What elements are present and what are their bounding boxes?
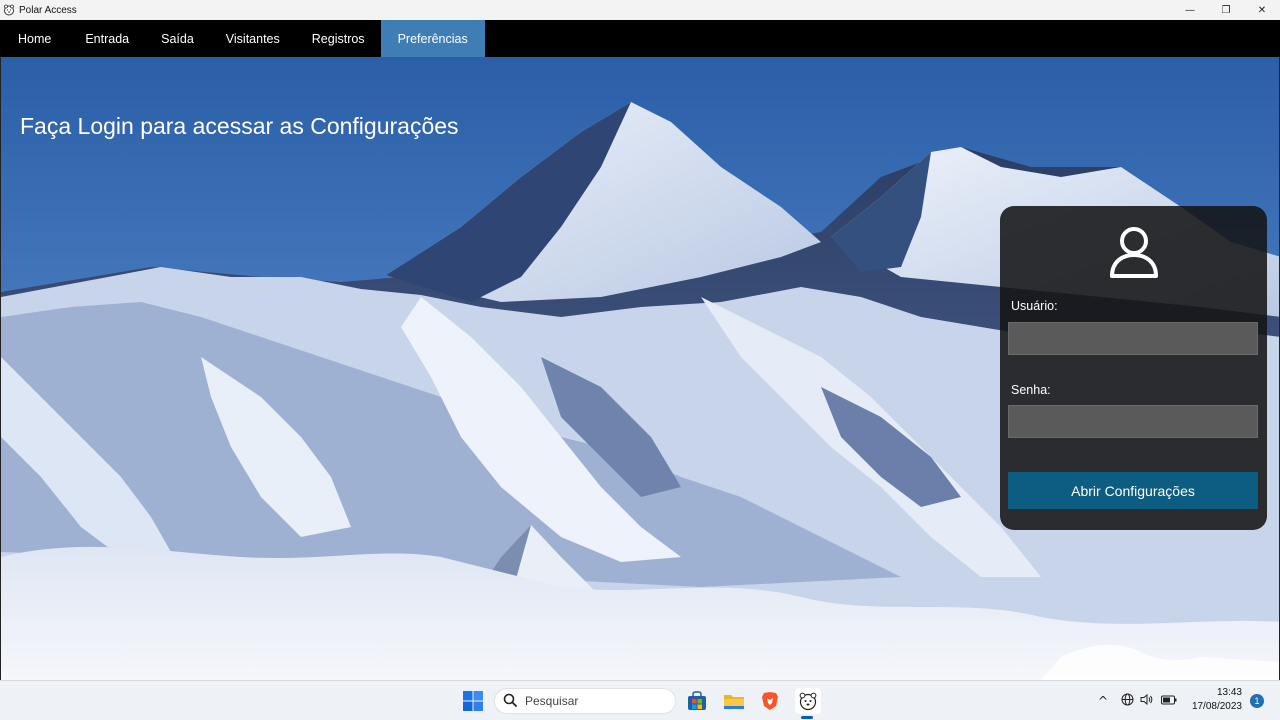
volume-icon[interactable] (1140, 693, 1153, 709)
main-nav: Home Entrada Saída Visitantes Registros … (0, 20, 1280, 57)
password-field[interactable] (1008, 405, 1258, 438)
nav-item-preferencias[interactable]: Preferências (380, 20, 485, 57)
windows-start-icon[interactable] (461, 689, 485, 713)
username-field[interactable] (1008, 322, 1258, 355)
battery-icon[interactable] (1161, 695, 1177, 708)
brave-browser-icon[interactable] (758, 689, 782, 713)
microsoft-store-icon[interactable] (685, 689, 709, 713)
nav-item-home[interactable]: Home (0, 20, 69, 57)
title-bar: Polar Access — ❐ ✕ (0, 0, 1280, 20)
active-app-indicator (801, 716, 813, 719)
system-tray: ^ (1096, 681, 1110, 720)
notification-badge[interactable]: 1 (1250, 694, 1264, 708)
taskbar-clock[interactable]: 13:43 17/08/2023 (1186, 686, 1242, 714)
minimize-button[interactable]: — (1172, 0, 1208, 20)
search-placeholder: Pesquisar (525, 694, 579, 708)
nav-item-entrada[interactable]: Entrada (69, 20, 145, 57)
clock-time: 13:43 (1216, 687, 1242, 698)
open-settings-button[interactable]: Abrir Configurações (1008, 472, 1258, 509)
nav-item-registros[interactable]: Registros (296, 20, 381, 57)
clock-date: 17/08/2023 (1191, 701, 1242, 712)
network-globe-icon[interactable] (1121, 693, 1134, 709)
file-explorer-icon[interactable] (722, 689, 746, 713)
nav-item-visitantes[interactable]: Visitantes (210, 20, 296, 57)
login-panel: Usuário: Senha: Abrir Configurações (1000, 206, 1267, 530)
window-controls: — ❐ ✕ (1172, 0, 1280, 20)
taskbar-search[interactable]: Pesquisar (494, 688, 676, 714)
polar-access-taskbar-icon[interactable] (795, 688, 821, 714)
preferences-page: Faça Login para acessar as Configurações… (0, 57, 1280, 680)
tray-chevron-icon[interactable]: ^ (1096, 694, 1110, 708)
polar-bear-app-icon (3, 4, 15, 16)
window-title: Polar Access (19, 4, 77, 16)
username-label: Usuário: (1011, 299, 1058, 313)
nav-item-saida[interactable]: Saída (145, 20, 210, 57)
password-label: Senha: (1011, 383, 1051, 397)
page-heading: Faça Login para acessar as Configurações (20, 113, 459, 139)
maximize-button[interactable]: ❐ (1208, 0, 1244, 20)
tray-icons (1121, 681, 1177, 720)
close-button[interactable]: ✕ (1244, 0, 1280, 20)
taskbar: Pesquisar ^ 13:43 17/08/2023 1 (0, 680, 1280, 720)
search-icon (503, 692, 517, 711)
user-icon (1108, 224, 1160, 280)
